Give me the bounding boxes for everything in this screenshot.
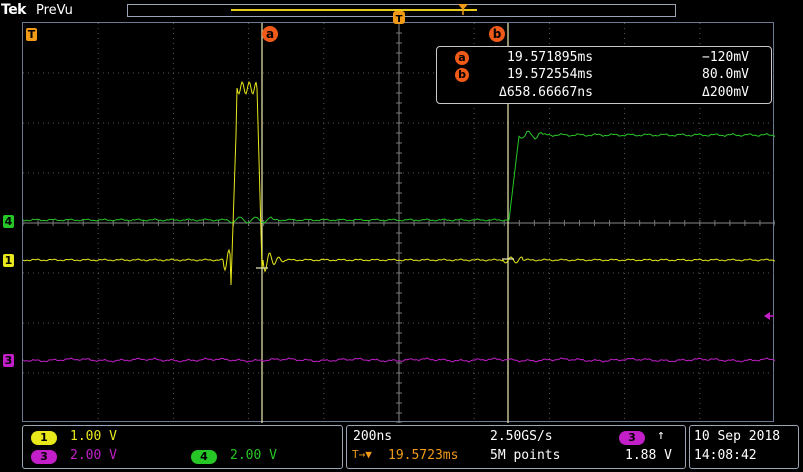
cursor-b-badge: b: [455, 68, 469, 82]
brand-logo: Tek: [1, 2, 27, 18]
ch1-scale: 1.00 V: [70, 429, 117, 444]
cursor-b-voltage: 80.0mV: [702, 67, 749, 82]
ch3-scale: 2.00 V: [70, 448, 117, 463]
cursor-a-tag[interactable]: a: [262, 26, 278, 42]
cursor-readout-panel: a 19.571895ms −120mV b 19.572554ms 80.0m…: [436, 46, 772, 104]
datetime-panel[interactable]: 10 Sep 2018 14:08:42: [689, 425, 799, 469]
delta-voltage: Δ200mV: [702, 85, 749, 100]
time-display: 14:08:42: [694, 448, 757, 463]
cursor-a-badge: a: [455, 51, 469, 65]
channel-settings-panel[interactable]: 1 1.00 V 3 2.00 V 4 2.00 V: [22, 425, 343, 469]
delta-time: Δ658.66667ns: [499, 85, 593, 100]
horizontal-trigger-panel[interactable]: 200ns 2.50GS/s T→▼ 19.5723ms 5M points 3…: [346, 425, 686, 469]
trigger-point-icon[interactable]: T: [392, 10, 406, 26]
acquisition-mode: PreVu: [36, 3, 73, 18]
ch1-ground-marker[interactable]: 1: [3, 254, 14, 267]
trigger-source-chip[interactable]: 3: [619, 431, 645, 445]
ch4-chip[interactable]: 4: [191, 450, 217, 464]
sample-rate: 2.50GS/s: [490, 429, 553, 444]
ch3-ground-marker[interactable]: 3: [3, 354, 14, 367]
ch1-chip[interactable]: 1: [31, 431, 57, 445]
trigger-level-arrow-icon[interactable]: [763, 310, 775, 322]
date-display: 10 Sep 2018: [694, 429, 781, 444]
ch4-ground-marker[interactable]: 4: [3, 215, 14, 228]
cursor-b-time: 19.572554ms: [507, 67, 594, 82]
timebase: 200ns: [353, 429, 393, 444]
trigger-level: 1.88 V: [625, 448, 672, 463]
cursor-a-time: 19.571895ms: [507, 50, 594, 65]
trigger-slope-icon: ↑: [657, 428, 665, 443]
horizontal-delay: 19.5723ms: [388, 448, 459, 463]
ch4-scale: 2.00 V: [230, 448, 277, 463]
cursor-b-tag[interactable]: b: [489, 26, 505, 42]
ch3-chip[interactable]: 3: [31, 450, 57, 464]
cursor-a-voltage: −120mV: [702, 50, 749, 65]
trigger-position-marker[interactable]: T: [26, 28, 37, 41]
bottom-status-bar: 1 1.00 V 3 2.00 V 4 2.00 V 200ns 2.50GS/…: [0, 424, 803, 472]
delay-icon: T→▼: [352, 448, 372, 461]
svg-text:T: T: [396, 14, 403, 25]
record-length: 5M points: [490, 448, 561, 463]
